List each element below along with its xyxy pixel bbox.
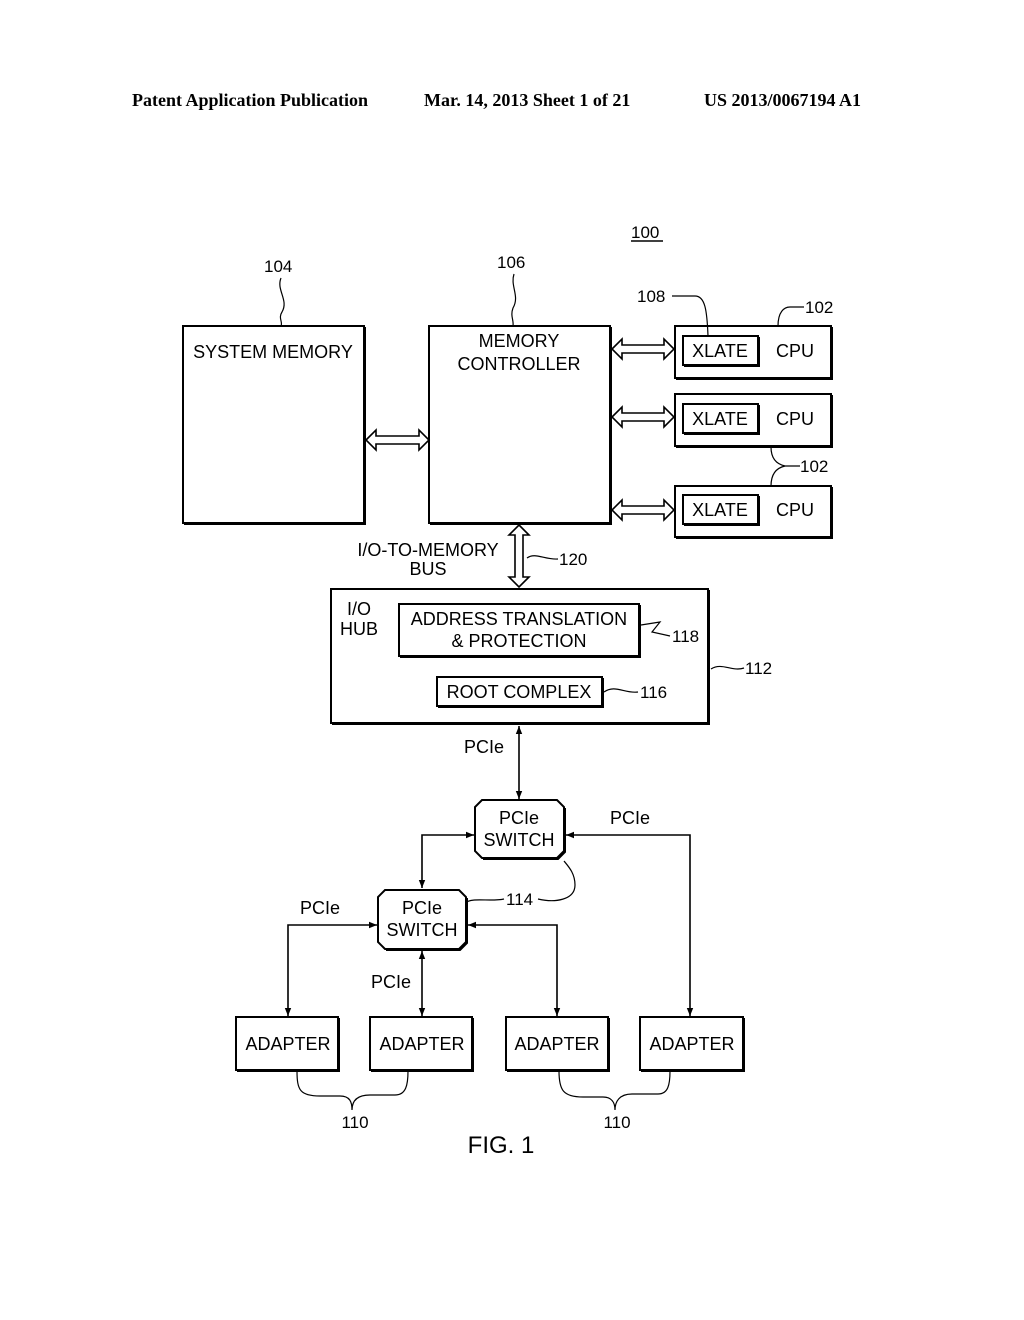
adapter-4: ADAPTER [639,1016,745,1072]
bus-label-line1: I/O-TO-MEMORY [357,540,498,560]
pcie-link-switch-switch [418,831,474,888]
svg-text:ADAPTER: ADAPTER [514,1034,599,1054]
svg-text:110: 110 [341,1113,368,1132]
svg-text:MEMORY: MEMORY [479,331,560,351]
svg-text:PCIe: PCIe [402,898,442,918]
svg-text:ADAPTER: ADAPTER [379,1034,464,1054]
svg-text:102: 102 [805,298,833,317]
ref-120: 120 [526,550,587,569]
memory-controller-block: MEMORY CONTROLLER [428,325,612,525]
bus-label-line2: BUS [409,559,446,579]
svg-text:114: 114 [506,890,533,909]
cpu-label: CPU [776,409,814,429]
root-complex-block: ROOT COMPLEX [436,676,604,708]
pcie-label: PCIe [300,898,340,918]
ref-102-top: 102 [777,298,833,327]
svg-text:ROOT COMPLEX: ROOT COMPLEX [447,682,592,702]
pcie-label: PCIe [610,808,650,828]
svg-text:120: 120 [559,550,587,569]
adapter-2: ADAPTER [369,1016,474,1072]
xlate-label: XLATE [692,409,748,429]
cpu-bus-arrow-3 [610,498,676,522]
svg-text:ADAPTER: ADAPTER [649,1034,734,1054]
cpu-bus-arrow-2 [610,405,676,429]
ref-104: 104 [264,257,292,327]
svg-text:106: 106 [497,253,525,272]
svg-text:PCIe: PCIe [499,808,539,828]
block-diagram: 100 SYSTEM MEMORY 104 MEMORY CONTROLLER … [182,223,833,1159]
ref-110-left: 110 [296,1070,409,1132]
pcie-link-switch-adapter-3 [468,921,561,1016]
pcie-switch-bottom: PCIe SWITCH [377,889,468,951]
svg-text:112: 112 [745,659,772,678]
cpu-label: CPU [776,341,814,361]
ref-112: 112 [710,659,772,678]
pcie-label: PCIe [371,972,411,992]
cpu-block-1: XLATE CPU [674,325,833,380]
svg-text:108: 108 [637,287,665,306]
svg-text:HUB: HUB [340,619,378,639]
cpu-label: CPU [776,500,814,520]
svg-text:I/O: I/O [347,599,371,619]
svg-text:CONTROLLER: CONTROLLER [457,354,580,374]
ref-106: 106 [497,253,525,327]
ref-110-right: 110 [558,1070,671,1132]
svg-text:ADAPTER: ADAPTER [245,1034,330,1054]
pcie-switch-top: PCIe SWITCH [474,799,566,860]
svg-text:116: 116 [640,683,667,702]
svg-text:110: 110 [603,1113,630,1132]
adapter-1: ADAPTER [235,1016,340,1072]
system-memory-block: SYSTEM MEMORY [182,325,366,525]
svg-text:& PROTECTION: & PROTECTION [451,631,586,651]
svg-text:104: 104 [264,257,292,276]
ref-102-mid: 102 [770,446,828,487]
pcie-label: PCIe [464,737,504,757]
xlate-label: XLATE [692,500,748,520]
svg-text:SWITCH: SWITCH [484,830,555,850]
svg-text:118: 118 [672,627,699,646]
pcie-link-switch-adapter-1 [284,921,377,1016]
adapter-3: ADAPTER [505,1016,610,1072]
svg-text:100: 100 [631,223,659,242]
pcie-link-switch-adapter-4 [566,831,694,1016]
system-ref-100: 100 [631,223,663,242]
io-to-memory-bus-arrow [507,523,531,589]
cpu-bus-arrow-1 [610,337,676,361]
system-memory-label: SYSTEM MEMORY [193,342,353,362]
address-translation-block: ADDRESS TRANSLATION & PROTECTION [398,603,641,658]
cpu-block-3: XLATE CPU [674,485,833,539]
svg-text:102: 102 [800,457,828,476]
xlate-label: XLATE [692,341,748,361]
svg-text:ADDRESS TRANSLATION: ADDRESS TRANSLATION [411,609,627,629]
ref-114: 114 [464,860,576,909]
memory-bus-arrow [364,428,431,452]
svg-text:SWITCH: SWITCH [387,920,458,940]
cpu-block-2: XLATE CPU [674,393,833,448]
figure-caption: FIG. 1 [468,1132,535,1159]
